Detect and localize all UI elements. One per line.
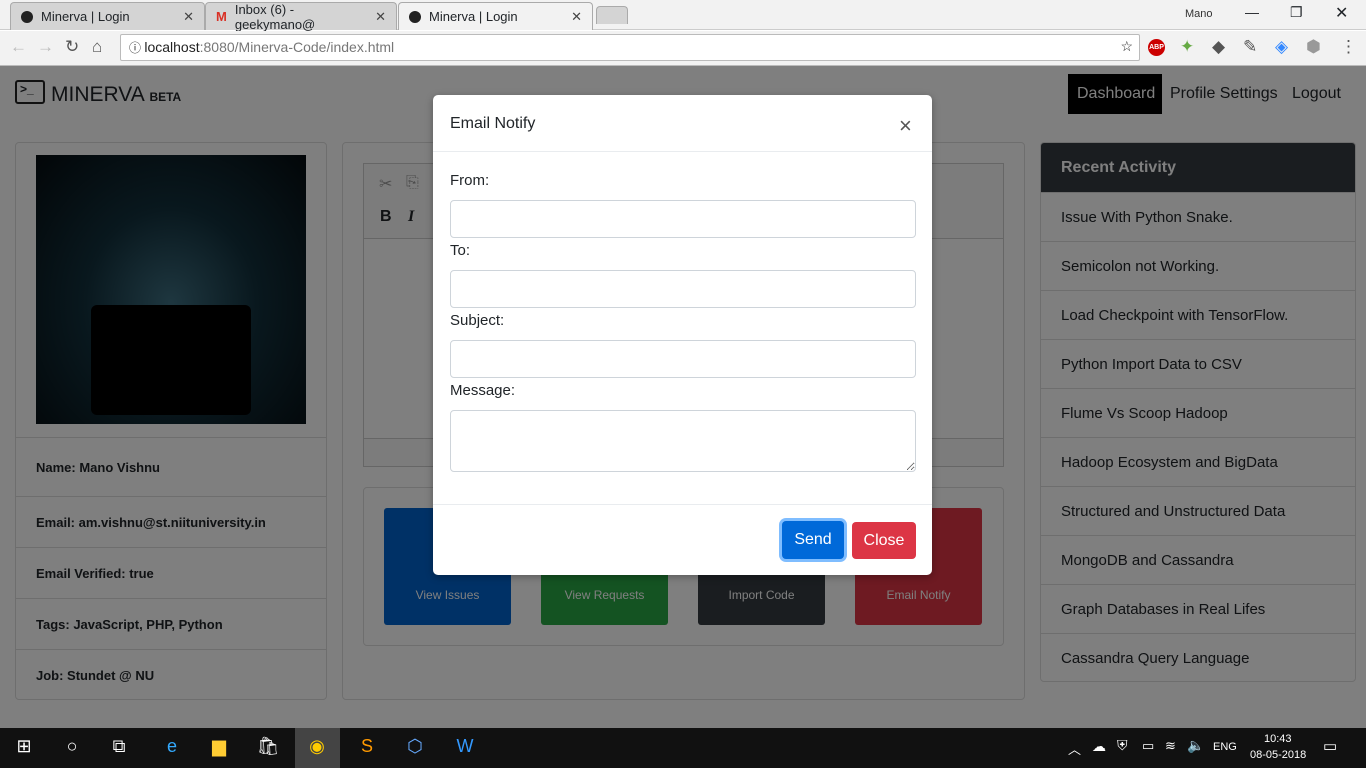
sublime-icon[interactable]: S (355, 736, 379, 757)
message-label: Message: (450, 382, 516, 399)
reload-icon[interactable]: ↻ (65, 37, 79, 57)
taskbar: ⊞ ○ ⧉ e ▆ 🛍 ◉ S ⬡ W ︿ ☁ ⛨ ▭ ≋ 🔈 ENG 10:4… (0, 728, 1366, 768)
new-tab-button[interactable] (596, 6, 628, 24)
star-icon[interactable]: ☆ (1120, 38, 1133, 55)
search-icon[interactable]: ○ (60, 736, 84, 757)
close-tab-icon[interactable]: ✕ (183, 9, 194, 25)
divider (433, 151, 932, 152)
to-label: To: (450, 242, 471, 259)
url-host: localhost (144, 39, 200, 55)
volume-icon[interactable]: 🔈 (1187, 737, 1204, 754)
modal-close-icon[interactable]: × (899, 113, 912, 139)
modal-title: Email Notify (450, 115, 536, 132)
battery-icon[interactable]: ▭ (1142, 738, 1154, 754)
windows-start-icon[interactable]: ⊞ (12, 736, 36, 757)
browser-tab[interactable]: M Inbox (6) - geekymano@ ✕ (205, 1, 397, 32)
tab-title: Minerva | Login (41, 9, 130, 24)
from-label: From: (450, 172, 490, 189)
send-button[interactable]: Send (782, 521, 844, 559)
close-tab-icon[interactable]: ✕ (571, 9, 582, 25)
message-textarea[interactable] (450, 410, 916, 472)
window-close-icon[interactable]: ✕ (1335, 3, 1348, 23)
extension-icon[interactable]: ⬢ (1306, 37, 1321, 57)
minimize-icon[interactable]: — (1245, 4, 1259, 20)
subject-input[interactable] (450, 340, 916, 378)
browser-toolbar: ← → ↻ ⌂ ⓘ localhost:8080/Minerva-Code/in… (0, 31, 1366, 66)
store-icon[interactable]: 🛍 (256, 736, 280, 757)
eyedropper-icon[interactable]: ✎ (1243, 37, 1257, 57)
tray-chevron-icon[interactable]: ︿ (1068, 739, 1081, 758)
to-input[interactable] (450, 270, 916, 308)
browser-tab-strip: Minerva | Login ✕ M Inbox (6) - geekymano@… (0, 0, 1366, 32)
extension-icon[interactable]: ◆ (1212, 37, 1225, 57)
onedrive-icon[interactable]: ☁ (1092, 738, 1106, 755)
wifi-icon[interactable]: ≋ (1165, 738, 1176, 754)
close-tab-icon[interactable]: ✕ (375, 9, 386, 25)
divider (433, 504, 932, 505)
word-icon[interactable]: W (453, 736, 477, 757)
extension-icon[interactable]: ✦ (1180, 37, 1194, 57)
menu-icon[interactable]: ⋮ (1340, 37, 1357, 57)
forward-icon[interactable]: → (37, 37, 54, 57)
subject-label: Subject: (450, 312, 505, 329)
info-icon: ⓘ (129, 41, 145, 55)
profile-name[interactable]: Mano (1185, 8, 1213, 20)
adblock-icon[interactable]: ABP (1148, 39, 1165, 56)
url-path: :8080/Minerva-Code/index.html (199, 39, 395, 55)
gmail-icon: M (216, 9, 227, 24)
favicon-icon (21, 10, 33, 23)
from-input[interactable] (450, 200, 916, 238)
chrome-taskbar-button[interactable]: ◉ (295, 728, 340, 768)
address-bar[interactable]: ⓘ localhost:8080/Minerva-Code/index.html… (120, 34, 1140, 61)
tab-title: Inbox (6) - geekymano@ (234, 1, 316, 32)
task-view-icon[interactable]: ⧉ (107, 736, 131, 757)
browser-tab-active[interactable]: Minerva | Login ✕ (398, 2, 593, 30)
browser-tab[interactable]: Minerva | Login ✕ (10, 2, 205, 30)
chrome-icon: ◉ (309, 736, 325, 756)
extension-icon[interactable]: ◈ (1275, 37, 1288, 57)
home-icon[interactable]: ⌂ (92, 37, 102, 57)
clock-date[interactable]: 08-05-2018 (1250, 749, 1306, 761)
tab-title: Minerva | Login (429, 9, 518, 24)
restore-icon[interactable]: ❐ (1290, 4, 1303, 21)
defender-icon[interactable]: ⛨ (1117, 737, 1128, 754)
clock-time[interactable]: 10:43 (1264, 733, 1292, 745)
favicon-icon (409, 10, 421, 23)
back-icon[interactable]: ← (10, 37, 27, 57)
close-button[interactable]: Close (852, 522, 916, 559)
virtualbox-icon[interactable]: ⬡ (403, 736, 427, 757)
file-explorer-icon[interactable]: ▆ (207, 736, 231, 757)
email-notify-modal: Email Notify × From: To: Subject: Messag… (433, 95, 932, 575)
action-center-icon[interactable]: ▭ (1323, 737, 1337, 755)
language-indicator[interactable]: ENG (1213, 741, 1237, 753)
edge-icon[interactable]: e (160, 736, 184, 757)
